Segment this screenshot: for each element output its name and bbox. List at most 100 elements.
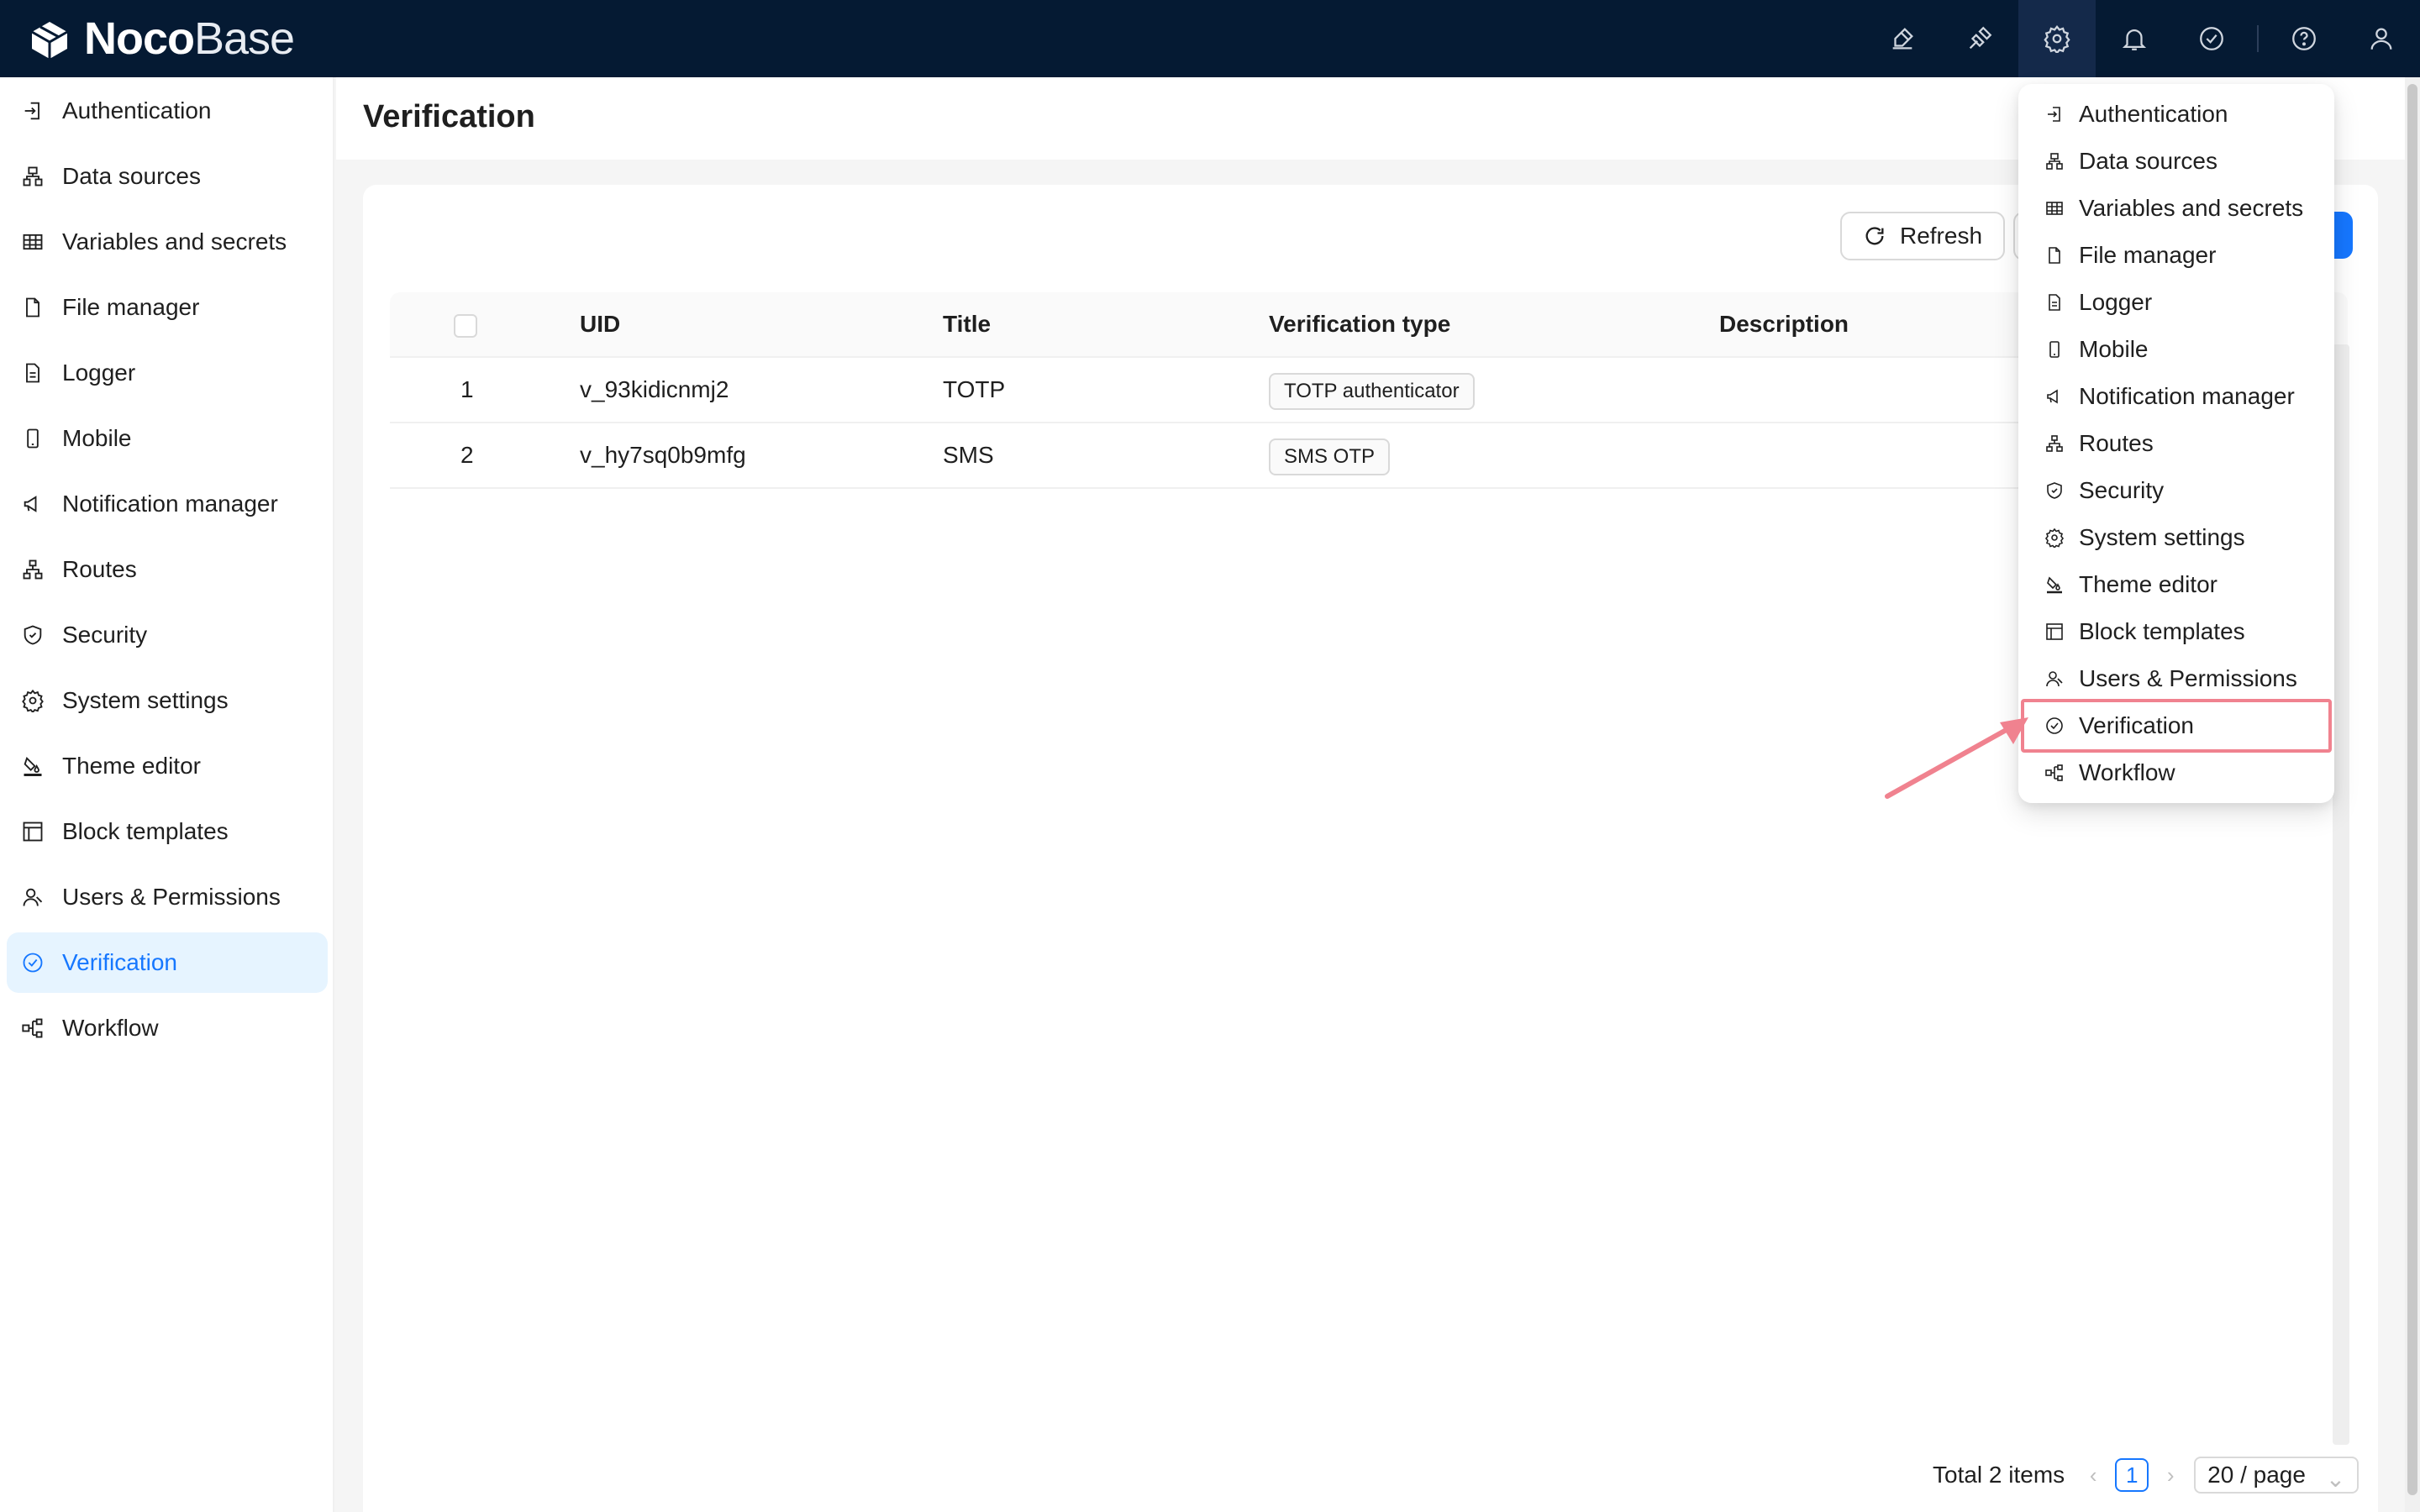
sidebar-item-logger[interactable]: Logger bbox=[7, 343, 328, 403]
row-index: 2 bbox=[460, 442, 474, 468]
sidebar-item-theme-editor[interactable]: Theme editor bbox=[7, 736, 328, 796]
users-icon bbox=[20, 885, 45, 910]
mobile-icon bbox=[20, 426, 45, 451]
file-text-icon bbox=[2044, 291, 2065, 313]
nocobase-logo[interactable]: NocoBase bbox=[25, 12, 295, 66]
sidebar-item-authentication[interactable]: Authentication bbox=[7, 81, 328, 141]
sidebar-item-variables-and-secrets[interactable]: Variables and secrets bbox=[7, 212, 328, 272]
reload-icon bbox=[1865, 227, 1884, 245]
sidebar-item-workflow[interactable]: Workflow bbox=[7, 998, 328, 1058]
menu-item-verification[interactable]: Verification bbox=[2025, 702, 2328, 749]
workflow-icon bbox=[20, 1016, 45, 1041]
table-icon bbox=[20, 229, 45, 255]
menu-item-authentication[interactable]: Authentication bbox=[2025, 91, 2328, 138]
next-page-icon[interactable]: › bbox=[2159, 1462, 2182, 1488]
gear-icon bbox=[2044, 527, 2065, 549]
menu-item-data-sources[interactable]: Data sources bbox=[2025, 138, 2328, 185]
sidebar-item-file-manager[interactable]: File manager bbox=[7, 277, 328, 338]
check-circle-icon bbox=[20, 950, 45, 975]
mobile-icon bbox=[2044, 339, 2065, 360]
refresh-button[interactable]: Refresh bbox=[1840, 212, 2005, 260]
file-icon bbox=[20, 295, 45, 320]
menu-item-security[interactable]: Security bbox=[2025, 467, 2328, 514]
database-icon bbox=[20, 164, 45, 189]
file-text-icon bbox=[20, 360, 45, 386]
brand-name: NocoBase bbox=[84, 13, 295, 64]
layout-icon bbox=[20, 819, 45, 844]
verification-type-tag: TOTP authenticator bbox=[1269, 373, 1475, 410]
menu-item-notification-manager[interactable]: Notification manager bbox=[2025, 373, 2328, 420]
users-icon bbox=[2044, 668, 2065, 690]
sitemap-icon bbox=[2044, 433, 2065, 454]
verification-type-tag: SMS OTP bbox=[1269, 438, 1391, 475]
settings-dropdown-menu: Authentication Data sources Variables an… bbox=[2018, 84, 2334, 803]
menu-item-mobile[interactable]: Mobile bbox=[2025, 326, 2328, 373]
page-title: Verification bbox=[363, 99, 535, 134]
sidebar-item-mobile[interactable]: Mobile bbox=[7, 408, 328, 469]
help-icon[interactable] bbox=[2265, 0, 2343, 77]
sidebar-item-verification[interactable]: Verification bbox=[7, 932, 328, 993]
menu-item-workflow[interactable]: Workflow bbox=[2025, 749, 2328, 796]
table-scrollbar[interactable] bbox=[2333, 344, 2349, 1445]
bg-colors-icon bbox=[20, 753, 45, 779]
check-circle-icon[interactable] bbox=[2173, 0, 2250, 77]
login-icon bbox=[20, 98, 45, 123]
gear-icon bbox=[20, 688, 45, 713]
layout-icon bbox=[2044, 621, 2065, 643]
sidebar-item-block-templates[interactable]: Block templates bbox=[7, 801, 328, 862]
shield-icon bbox=[20, 622, 45, 648]
page-scrollbar-thumb[interactable] bbox=[2407, 84, 2417, 1495]
settings-sidebar: Authentication Data sources Variables an… bbox=[0, 77, 334, 1512]
top-header: NocoBase bbox=[0, 0, 2420, 77]
plugin-icon[interactable] bbox=[1941, 0, 2018, 77]
prev-page-icon[interactable]: ‹ bbox=[2081, 1462, 2105, 1488]
table-icon bbox=[2044, 197, 2065, 219]
user-icon[interactable] bbox=[2343, 0, 2420, 77]
menu-item-file-manager[interactable]: File manager bbox=[2025, 232, 2328, 279]
sidebar-item-security[interactable]: Security bbox=[7, 605, 328, 665]
sidebar-item-routes[interactable]: Routes bbox=[7, 539, 328, 600]
file-icon bbox=[2044, 244, 2065, 266]
sidebar-item-notification-manager[interactable]: Notification manager bbox=[7, 474, 328, 534]
logo-mark-icon bbox=[31, 22, 68, 59]
row-index: 1 bbox=[460, 376, 474, 402]
header-divider bbox=[2257, 25, 2259, 52]
shield-icon bbox=[2044, 480, 2065, 501]
sidebar-item-users-permissions[interactable]: Users & Permissions bbox=[7, 867, 328, 927]
pagination-total: Total 2 items bbox=[1933, 1462, 2065, 1488]
select-all-checkbox[interactable] bbox=[454, 314, 477, 338]
page-size-select[interactable]: 20 / page ⌄ bbox=[2194, 1457, 2360, 1494]
page-scrollbar[interactable] bbox=[2405, 77, 2420, 1512]
theme-brush-icon[interactable] bbox=[1864, 0, 1941, 77]
row-uid: v_hy7sq0b9mfg bbox=[580, 442, 746, 468]
database-icon bbox=[2044, 150, 2065, 172]
megaphone-icon bbox=[20, 491, 45, 517]
column-header-uid[interactable]: UID bbox=[580, 311, 620, 338]
settings-gear-icon[interactable] bbox=[2018, 0, 2096, 77]
menu-item-system-settings[interactable]: System settings bbox=[2025, 514, 2328, 561]
menu-item-users-permissions[interactable]: Users & Permissions bbox=[2025, 655, 2328, 702]
column-header-title[interactable]: Title bbox=[943, 311, 991, 338]
column-header-verification-type[interactable]: Verification type bbox=[1269, 311, 1450, 338]
row-title: SMS bbox=[943, 442, 994, 468]
workflow-icon bbox=[2044, 762, 2065, 784]
menu-item-theme-editor[interactable]: Theme editor bbox=[2025, 561, 2328, 608]
megaphone-icon bbox=[2044, 386, 2065, 407]
menu-item-logger[interactable]: Logger bbox=[2025, 279, 2328, 326]
menu-item-block-templates[interactable]: Block templates bbox=[2025, 608, 2328, 655]
chevron-down-icon: ⌄ bbox=[2325, 1466, 2346, 1492]
sidebar-item-data-sources[interactable]: Data sources bbox=[7, 146, 328, 207]
sidebar-item-system-settings[interactable]: System settings bbox=[7, 670, 328, 731]
row-uid: v_93kidicnmj2 bbox=[580, 376, 729, 402]
sitemap-icon bbox=[20, 557, 45, 582]
bg-colors-icon bbox=[2044, 574, 2065, 596]
row-title: TOTP bbox=[943, 376, 1006, 402]
column-header-description[interactable]: Description bbox=[1719, 311, 1849, 338]
pagination: Total 2 items ‹ 1 › 20 / page ⌄ bbox=[1933, 1452, 2360, 1499]
bell-icon[interactable] bbox=[2096, 0, 2173, 77]
menu-item-routes[interactable]: Routes bbox=[2025, 420, 2328, 467]
check-circle-icon bbox=[2044, 715, 2065, 737]
menu-item-variables-and-secrets[interactable]: Variables and secrets bbox=[2025, 185, 2328, 232]
login-icon bbox=[2044, 103, 2065, 125]
page-number-current[interactable]: 1 bbox=[2115, 1458, 2149, 1492]
